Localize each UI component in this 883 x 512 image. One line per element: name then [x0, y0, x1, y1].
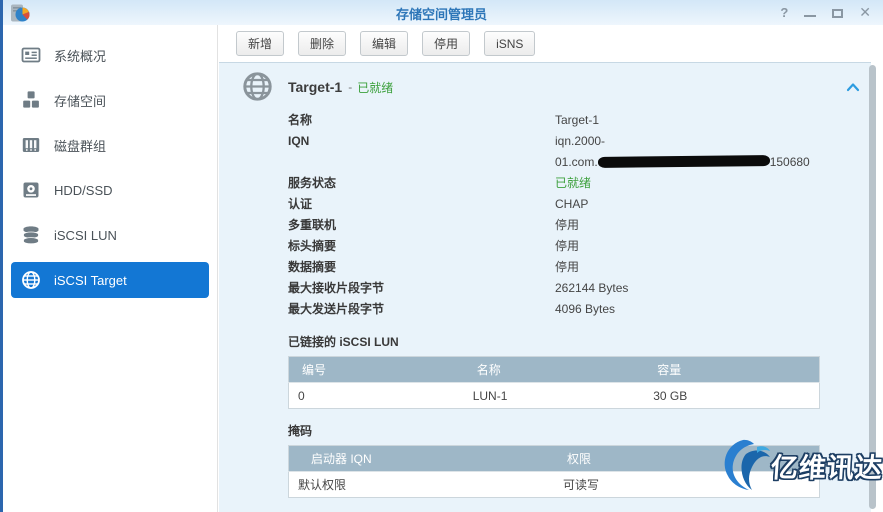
lun-col-capacity: 容量: [644, 357, 819, 383]
target-detail-panel: Target-1 - 已就绪 名称 Target-1 IQN iqn.2: [219, 62, 871, 512]
detail-row-header-digest: 标头摘要 停用: [288, 236, 871, 257]
main-content: 新增 删除 编辑 停用 iSNS Target-1 -: [219, 25, 883, 512]
lun-table: 编号 名称 容量 0 LUN-1 30 GB: [288, 356, 820, 409]
help-icon[interactable]: ?: [780, 3, 788, 21]
lun-table-row: 0 LUN-1 30 GB: [289, 383, 820, 409]
sidebar-item-storage-space[interactable]: 存储空间: [11, 82, 209, 118]
sidebar-item-label: HDD/SSD: [54, 183, 113, 198]
mask-col-initiator-iqn: 启动器 IQN: [289, 446, 555, 472]
target-name: Target-1: [288, 79, 342, 95]
globe-icon: [21, 270, 41, 290]
lun-section-title: 已链接的 iSCSI LUN: [288, 333, 871, 350]
lun-table-header-row: 编号 名称 容量: [289, 357, 820, 383]
target-globe-icon: [242, 71, 273, 102]
lun-col-name: 名称: [464, 357, 645, 383]
sidebar-item-label: iSCSI LUN: [54, 228, 117, 243]
redaction-mark: [598, 155, 770, 168]
titlebar: 存储空间管理员 ? ✕: [0, 0, 883, 25]
detail-row-iqn: IQN iqn.2000- 01.com.150680: [288, 131, 871, 173]
disable-button[interactable]: 停用: [422, 31, 470, 56]
mask-table-row: 默认权限 可读写: [289, 472, 820, 498]
close-icon[interactable]: ✕: [859, 3, 871, 21]
detail-row-service-status: 服务状态 已就绪: [288, 173, 871, 194]
vertical-scrollbar-thumb[interactable]: [869, 65, 876, 509]
target-details-list: 名称 Target-1 IQN iqn.2000- 01.com.150680 …: [288, 110, 871, 320]
lun-col-id: 编号: [289, 357, 464, 383]
iqn-value: iqn.2000- 01.com.150680: [555, 131, 810, 173]
sidebar-item-iscsi-lun[interactable]: iSCSI LUN: [11, 217, 209, 253]
target-status-badge: 已就绪: [357, 79, 393, 96]
sidebar-item-label: iSCSI Target: [54, 273, 127, 288]
system-overview-icon: [21, 45, 41, 65]
sidebar-item-iscsi-target[interactable]: iSCSI Target: [11, 262, 209, 298]
sidebar-item-label: 系统概况: [54, 46, 106, 65]
toolbar: 新增 删除 编辑 停用 iSNS: [219, 25, 883, 62]
sidebar-item-label: 磁盘群组: [54, 136, 106, 155]
sidebar-item-hdd-ssd[interactable]: HDD/SSD: [11, 172, 209, 208]
detail-row-name: 名称 Target-1: [288, 110, 871, 131]
collapse-chevron-up-icon[interactable]: [846, 79, 860, 89]
lun-cylinder-icon: [21, 225, 41, 245]
sidebar: 系统概况 存储空间: [3, 25, 218, 512]
mask-section-title: 掩码: [288, 422, 871, 439]
delete-button[interactable]: 删除: [298, 31, 346, 56]
add-button[interactable]: 新增: [236, 31, 284, 56]
target-name-separator: -: [348, 80, 352, 94]
edit-button[interactable]: 编辑: [360, 31, 408, 56]
window-accent-strip: [0, 0, 3, 512]
detail-row-data-digest: 数据摘要 停用: [288, 257, 871, 278]
volume-cubes-icon: [21, 90, 41, 110]
disk-group-icon: [21, 135, 41, 155]
isns-button[interactable]: iSNS: [484, 31, 535, 56]
sidebar-item-disk-group[interactable]: 磁盘群组: [11, 127, 209, 163]
mask-col-permission: 权限: [554, 446, 820, 472]
detail-row-multi-session: 多重联机 停用: [288, 215, 871, 236]
sidebar-item-label: 存储空间: [54, 91, 106, 110]
window-controls: ? ✕: [780, 3, 871, 21]
maximize-icon[interactable]: [832, 3, 843, 21]
minimize-icon[interactable]: [804, 3, 816, 21]
detail-row-max-recv: 最大接收片段字节 262144 Bytes: [288, 278, 871, 299]
window-title: 存储空间管理员: [0, 4, 883, 23]
mask-table-header-row: 启动器 IQN 权限: [289, 446, 820, 472]
storage-manager-window: 存储空间管理员 ? ✕ 系统概况: [0, 0, 883, 512]
target-panel-header[interactable]: Target-1 - 已就绪: [219, 63, 871, 105]
mask-table: 启动器 IQN 权限 默认权限 可读写: [288, 445, 820, 498]
detail-row-auth: 认证 CHAP: [288, 194, 871, 215]
sidebar-item-system-overview[interactable]: 系统概况: [11, 37, 209, 73]
detail-row-max-send: 最大发送片段字节 4096 Bytes: [288, 299, 871, 320]
hdd-icon: [21, 180, 41, 200]
service-status-value: 已就绪: [555, 173, 591, 194]
